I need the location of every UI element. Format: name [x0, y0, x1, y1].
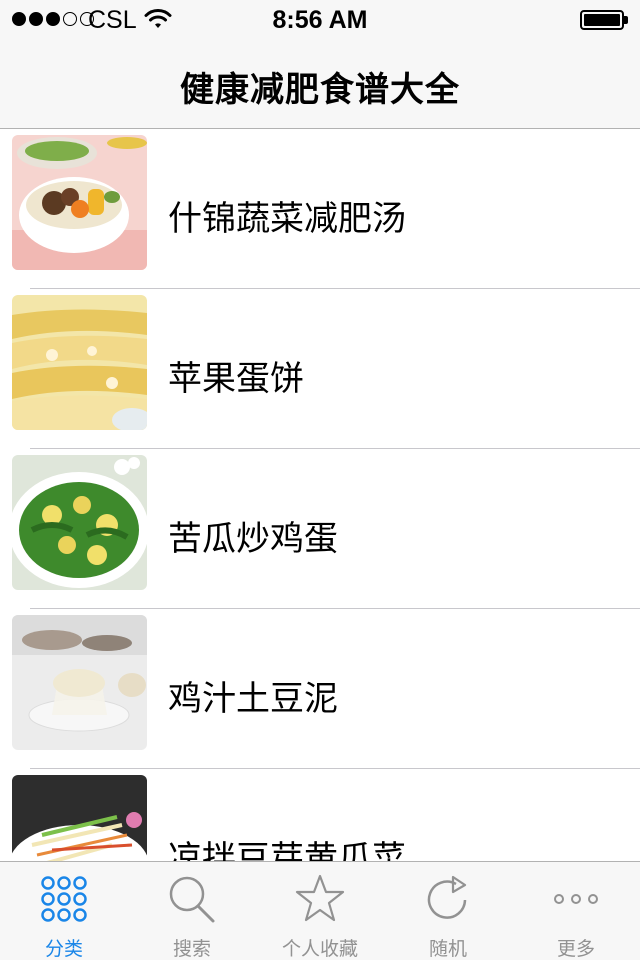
top-bar: CSL 8:56 AM 健康减肥食谱大全 [0, 0, 640, 129]
recipe-name: 凉拌豆芽黄瓜菜 [168, 839, 406, 861]
list-item[interactable]: 苹果蛋饼 [0, 289, 640, 449]
tab-more[interactable]: 更多 [512, 862, 640, 960]
list-item[interactable]: 什锦蔬菜减肥汤 [0, 129, 640, 289]
tab-search[interactable]: 搜索 [128, 862, 256, 960]
bean-sprout-salad-thumbnail [12, 775, 147, 861]
page-title: 健康减肥食谱大全 [180, 70, 460, 110]
recipe-name: 鸡汁土豆泥 [168, 679, 338, 719]
status-time: 8:56 AM [272, 6, 368, 34]
tab-bar: 分类 搜索 个人收藏 随机 更多 [0, 861, 640, 960]
grid-dots-icon [41, 876, 87, 922]
recipe-list[interactable]: 什锦蔬菜减肥汤 苹果蛋饼 苦瓜炒鸡蛋 鸡汁土豆泥 凉拌豆芽黄瓜菜 [0, 129, 640, 861]
star-icon [295, 874, 345, 922]
list-item[interactable]: 凉拌豆芽黄瓜菜 [0, 769, 640, 861]
tab-favorites[interactable]: 个人收藏 [256, 862, 384, 960]
list-item[interactable]: 苦瓜炒鸡蛋 [0, 449, 640, 609]
apple-egg-pancake-thumbnail [12, 295, 147, 430]
tab-label: 更多 [556, 938, 595, 960]
recipe-name: 苹果蛋饼 [168, 359, 304, 399]
tab-label: 搜索 [172, 938, 211, 960]
tab-label: 随机 [428, 938, 467, 960]
tab-category[interactable]: 分类 [0, 862, 128, 960]
mashed-potato-thumbnail [12, 615, 147, 750]
search-icon [169, 876, 215, 923]
recipe-name: 什锦蔬菜减肥汤 [168, 199, 406, 239]
tab-label: 个人收藏 [281, 938, 358, 960]
status-bar: CSL 8:56 AM [0, 0, 640, 40]
recipe-name: 苦瓜炒鸡蛋 [168, 519, 338, 559]
vegetable-soup-thumbnail [12, 135, 147, 270]
battery-icon [580, 10, 624, 30]
bitter-melon-egg-thumbnail [12, 455, 147, 590]
list-item[interactable]: 鸡汁土豆泥 [0, 609, 640, 769]
refresh-icon [427, 875, 467, 919]
tab-label: 分类 [44, 938, 83, 960]
tab-random[interactable]: 随机 [384, 862, 512, 960]
more-dots-icon [554, 894, 598, 904]
